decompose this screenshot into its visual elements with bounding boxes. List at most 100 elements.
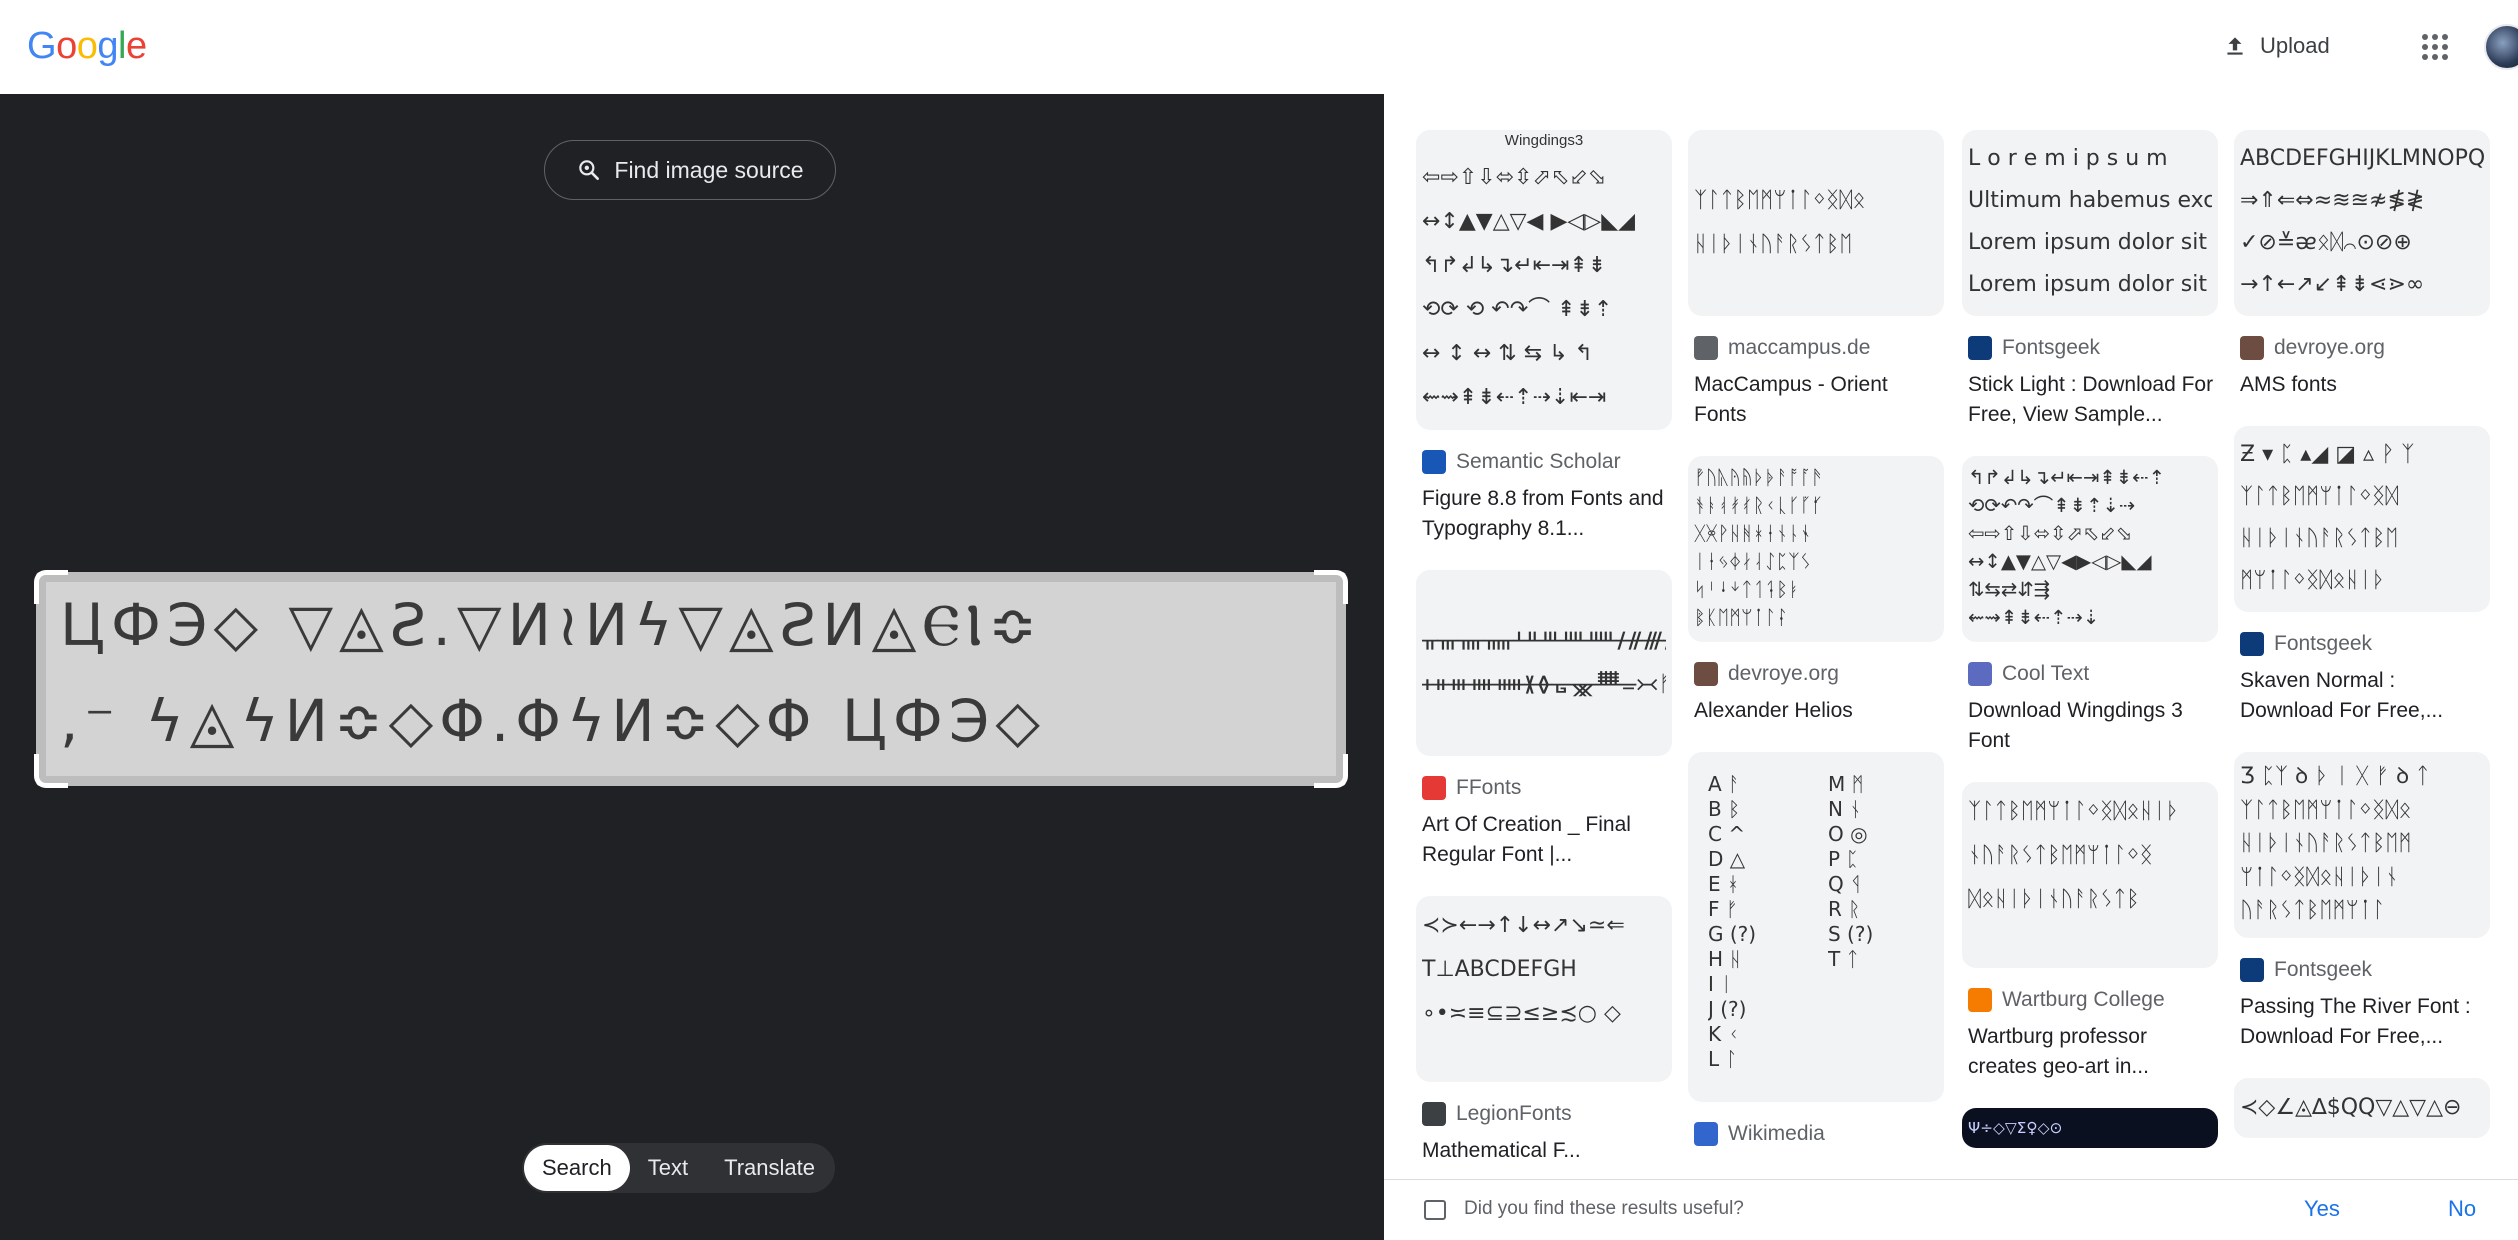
result-card[interactable]: ᛉᛚᛏᛒᛖᛗᛘᛙᛚᛜᛝᛞᛟᚺᛁᚦ ᚾᚢᚨᚱᛊᛏᛒᛖᛗᛘᛙᛚᛜᛝ ᛞᛟᚺᛁᚦᛁᚾᚢᚨᚱ…: [1962, 782, 2218, 1082]
result-card[interactable]: ≺≻←→↑↓↔↗↘≃⇐ T⊥ABCDEFGH ∘•≍≡⊆⊇≤≥≾○ ◇ LegionF…: [1416, 896, 1672, 1166]
result-source[interactable]: Fontsgeek: [2234, 632, 2490, 656]
result-source[interactable]: devroye.org: [1688, 662, 1944, 686]
result-title[interactable]: Figure 8.8 from Fonts and Typography 8.1…: [1416, 484, 1672, 544]
site-favicon-icon: [2240, 632, 2264, 656]
result-card[interactable]: Ψ÷◇▽Σ♀◇⊙: [1962, 1108, 2218, 1148]
result-source-name: Cool Text: [2002, 662, 2090, 685]
thumbnail-symbol-line: ↰↱↲↳↴↵⇤⇥⇞⇟: [1422, 253, 1607, 278]
result-thumbnail[interactable]: A ᚨB ᛒC ^ D △ E ᚼF ᚠG (?) H ᚺI ᛁJ (?) K ᚲL ᛚ…: [1688, 752, 1944, 1102]
thumbnail-symbol-line: ᚬᚭᚮᚯᚰᚱᚲᚳᚴᚵᚶ: [1694, 494, 1824, 517]
result-title[interactable]: Alexander Helios: [1688, 696, 1944, 726]
result-card[interactable]: ᚂᚃᚄᚅᚆᚇᚈᚉᚊᚋᚌᚍᚎᚏ ᚐᚑᚒᚓᚔᚕᚖᚗᚘᚙᚚ᚛᚜ᚠ FFonts Art Of…: [1416, 570, 1672, 870]
result-source[interactable]: Fontsgeek: [2234, 958, 2490, 982]
result-card[interactable]: ABCDEFGHIJKLMNOPQ ⇒⇑⇐⇔≈≋≊≉≸≹ ✓⊘≚ᴂᛟᛞ⌒⊙⊘⊕ →↑←…: [2234, 130, 2490, 400]
result-thumbnail[interactable]: Ʒ ᛈᛉ ꝺ ᚦ ᛁ ᚷ ᚠ ꝺ ᛏ ᛉᛚᛏᛒᛖᛗᛘᛙᛚᛜᛝᛞᛟ ᚺᛁᚦᛁᚾᚢᚨᚱᛊ…: [2234, 752, 2490, 938]
logo-letter: o: [56, 25, 77, 67]
result-source[interactable]: Cool Text: [1962, 662, 2218, 686]
thumbnail-symbol-line: P ᛈ: [1828, 847, 1859, 871]
thumbnail-symbol-line: ⟲⟳ ⟲ ↶↷⌒ ⇞⇟⇡: [1422, 297, 1613, 322]
result-source-name: Fontsgeek: [2274, 632, 2373, 655]
query-image: ЦФЭ◇ ▽◬Ƨ.▽И≀Иϟ▽◬ƧИ◬ⲈⲒ≎ ,⁻ ϟ◬ϟИ≎◇Φ.ΦϟИ≎◇Φ…: [46, 582, 1336, 776]
thumbnail-symbol-line: T ᛏ: [1828, 947, 1859, 971]
result-thumbnail[interactable]: Wingdings3 ⇦⇨⇧⇩⬄⇳⬀⬁⬃⬂ ↔↕▲▼△▽◀ ▶◁▷◣◢ ↰↱↲↳↴↵⇤…: [1416, 130, 1672, 430]
result-thumbnail[interactable]: ↰↱↲↳↴↵⇤⇥⇞⇟⇠⇡ ⟲⟳↶↷⌒⇞⇟⇡⇣⇢ ⇦⇨⇧⇩⬄⇳⬀⬁⬃⬂ ↔↕▲▼△▽◀▶…: [1962, 456, 2218, 642]
result-title[interactable]: Passing The River Font : Download For Fr…: [2234, 992, 2490, 1052]
mode-text-button[interactable]: Text: [630, 1145, 706, 1191]
result-title[interactable]: AMS fonts: [2234, 370, 2490, 400]
logo-letter: o: [76, 25, 98, 67]
upload-label: Upload: [2260, 33, 2330, 58]
result-card[interactable]: ↰↱↲↳↴↵⇤⇥⇞⇟⇠⇡ ⟲⟳↶↷⌒⇞⇟⇡⇣⇢ ⇦⇨⇧⇩⬄⇳⬀⬁⬃⬂ ↔↕▲▼△▽◀▶…: [1962, 456, 2218, 756]
result-title[interactable]: Download Wingdings 3 Font: [1962, 696, 2218, 756]
crop-handle-top-right[interactable]: [1314, 570, 1348, 604]
thumbnail-symbol-line: F ᚠ: [1708, 897, 1738, 921]
apps-grid-icon[interactable]: [2422, 34, 2448, 60]
result-card[interactable]: Ƶ ▾ ᛈ ▴◢ ◪ ▵ ᚹ ᛉ ᛉᛚᛏᛒᛖᛗᛘᛙᛚᛜᛝᛞ ᚺᛁᚦᛁᚾᚢᚨᚱᛊᛏᛒᛖ…: [2234, 426, 2490, 726]
result-source[interactable]: devroye.org: [2234, 336, 2490, 360]
result-card[interactable]: Wingdings3 ⇦⇨⇧⇩⬄⇳⬀⬁⬃⬂ ↔↕▲▼△▽◀ ▶◁▷◣◢ ↰↱↲↳↴↵⇤…: [1416, 130, 1672, 544]
result-title[interactable]: MacCampus - Orient Fonts: [1688, 370, 1944, 430]
thumbnail-symbol-line: ᛘᛙᛚᛜᛝᛞᛟᚺᛁᚦᛁᚾ: [2240, 864, 2399, 890]
thumbnail-symbol-line: ↔↕▲▼△▽◀▶◁▷◣◢: [1968, 550, 2152, 573]
thumbnail-symbol-line: ABCDEFGHIJKLMNOPQ: [2240, 146, 2484, 171]
crop-handle-bottom-right[interactable]: [1314, 754, 1348, 788]
result-thumbnail[interactable]: ᛉᛚᛏᛒᛖᛗᛘᛙᛚᛜᛝᛞᛟ ᚺᛁᚦᛁᚾᚢᚨᚱᛊᛏᛒᛖ: [1688, 130, 1944, 316]
result-card[interactable]: L o r e m i p s u m Ultimum habemus excep…: [1962, 130, 2218, 430]
result-thumbnail[interactable]: ≺≻←→↑↓↔↗↘≃⇐ T⊥ABCDEFGH ∘•≍≡⊆⊇≤≥≾○ ◇: [1416, 896, 1672, 1082]
result-card[interactable]: Ʒ ᛈᛉ ꝺ ᚦ ᛁ ᚷ ᚠ ꝺ ᛏ ᛉᛚᛏᛒᛖᛗᛘᛙᛚᛜᛝᛞᛟ ᚺᛁᚦᛁᚾᚢᚨᚱᛊ…: [2234, 752, 2490, 1052]
result-card[interactable]: A ᚨB ᛒC ^ D △ E ᚼF ᚠG (?) H ᚺI ᛁJ (?) K ᚲL ᛚ…: [1688, 752, 1944, 1146]
crop-handle-top-left[interactable]: [34, 570, 68, 604]
result-thumbnail[interactable]: ᚡᚢᚣᚤᚥᚦᚧᚨᚩᚪᚫ ᚬᚭᚮᚯᚰᚱᚲᚳᚴᚵᚶ ᚷᚸᚹᚺᚻᚼᚽᚾᚿᛀ ᛁᛂᛃᛄᛅᛆᛇᛈ…: [1688, 456, 1944, 642]
result-thumbnail[interactable]: Ψ÷◇▽Σ♀◇⊙: [1962, 1108, 2218, 1148]
result-card[interactable]: ᛉᛚᛏᛒᛖᛗᛘᛙᛚᛜᛝᛞᛟ ᚺᛁᚦᛁᚾᚢᚨᚱᛊᛏᛒᛖ maccampus.de Mac…: [1688, 130, 1944, 430]
result-source-name: devroye.org: [2274, 336, 2385, 359]
feedback-no-button[interactable]: No: [2448, 1196, 2476, 1222]
result-source[interactable]: FFonts: [1416, 776, 1672, 800]
site-favicon-icon: [1968, 988, 1992, 1012]
upload-button[interactable]: Upload: [2222, 26, 2330, 66]
thumbnail-symbol-line: Lorem ipsum dolor sit: [1968, 230, 2207, 255]
find-image-source-button[interactable]: Find image source: [544, 140, 836, 200]
mode-search-button[interactable]: Search: [524, 1145, 630, 1191]
result-thumbnail[interactable]: Ƶ ▾ ᛈ ▴◢ ◪ ▵ ᚹ ᛉ ᛉᛚᛏᛒᛖᛗᛘᛙᛚᛜᛝᛞ ᚺᛁᚦᛁᚾᚢᚨᚱᛊᛏᛒᛖ…: [2234, 426, 2490, 612]
result-source[interactable]: Fontsgeek: [1962, 336, 2218, 360]
result-thumbnail[interactable]: ABCDEFGHIJKLMNOPQ ⇒⇑⇐⇔≈≋≊≉≸≹ ✓⊘≚ᴂᛟᛞ⌒⊙⊘⊕ →↑←…: [2234, 130, 2490, 316]
google-logo[interactable]: Google: [27, 24, 147, 68]
site-favicon-icon: [1694, 1122, 1718, 1146]
crop-handle-bottom-left[interactable]: [34, 754, 68, 788]
crop-selection[interactable]: ЦФЭ◇ ▽◬Ƨ.▽И≀Иϟ▽◬ƧИ◬ⲈⲒ≎ ,⁻ ϟ◬ϟИ≎◇Φ.ΦϟИ≎◇Φ…: [34, 570, 1348, 788]
logo-letter: l: [117, 25, 126, 67]
results-column: ABCDEFGHIJKLMNOPQ ⇒⇑⇐⇔≈≋≊≉≸≹ ✓⊘≚ᴂᛟᛞ⌒⊙⊘⊕ →↑←…: [2234, 130, 2490, 1164]
thumbnail-symbol-line: ᛉᛚᛏᛒᛖᛗᛘᛙᛚᛜᛝᛞᛟᚺᛁᚦ: [1968, 799, 2180, 824]
result-title[interactable]: Skaven Normal : Download For Free,...: [2234, 666, 2490, 726]
result-title[interactable]: Stick Light : Download For Free, View Sa…: [1962, 370, 2218, 430]
thumbnail-symbol-line: ⇦⇨⇧⇩⬄⇳⬀⬁⬃⬂: [1968, 522, 2133, 545]
thumbnail-symbol-line: Ƶ ▾ ᛈ ▴◢ ◪ ▵ ᚹ ᛉ: [2240, 442, 2415, 467]
result-source[interactable]: LegionFonts: [1416, 1102, 1672, 1126]
thumbnail-symbol-line: S (?): [1828, 922, 1874, 946]
result-source[interactable]: Wikimedia: [1688, 1122, 1944, 1146]
result-card[interactable]: ≺◇∠◬∆$QQ▽△▽△⊖: [2234, 1078, 2490, 1138]
feedback-yes-button[interactable]: Yes: [2304, 1196, 2340, 1222]
result-card[interactable]: ᚡᚢᚣᚤᚥᚦᚧᚨᚩᚪᚫ ᚬᚭᚮᚯᚰᚱᚲᚳᚴᚵᚶ ᚷᚸᚹᚺᚻᚼᚽᚾᚿᛀ ᛁᛂᛃᛄᛅᛆᛇᛈ…: [1688, 456, 1944, 726]
thumbnail-symbol-line: O ◎: [1828, 822, 1868, 846]
result-source[interactable]: Wartburg College: [1962, 988, 2218, 1012]
result-source-name: Fontsgeek: [2002, 336, 2101, 359]
result-thumbnail[interactable]: ᚂᚃᚄᚅᚆᚇᚈᚉᚊᚋᚌᚍᚎᚏ ᚐᚑᚒᚓᚔᚕᚖᚗᚘᚙᚚ᚛᚜ᚠ: [1416, 570, 1672, 756]
result-title[interactable]: Art Of Creation _ Final Regular Font |..…: [1416, 810, 1672, 870]
result-thumbnail[interactable]: ≺◇∠◬∆$QQ▽△▽△⊖: [2234, 1078, 2490, 1138]
result-source[interactable]: maccampus.de: [1688, 336, 1944, 360]
result-source-name: FFonts: [1456, 776, 1522, 799]
thumbnail-symbol-line: Lorem ipsum dolor sit: [1968, 272, 2207, 297]
result-source[interactable]: Semantic Scholar: [1416, 450, 1672, 474]
avatar[interactable]: [2484, 24, 2518, 70]
thumbnail-symbol-line: ⇦⇨⇧⇩⬄⇳⬀⬁⬃⬂: [1422, 165, 1607, 190]
result-title[interactable]: Mathematical F...: [1416, 1136, 1672, 1166]
result-title[interactable]: Wartburg professor creates geo-art in...: [1962, 1022, 2218, 1082]
thumbnail-heading: Wingdings3: [1504, 132, 1584, 149]
thumbnail-symbol-line: ✓⊘≚ᴂᛟᛞ⌒⊙⊘⊕: [2240, 230, 2412, 255]
thumbnail-symbol-line: ⇜⇝⇞⇟⇠⇡⇢⇣⇤⇥: [1422, 385, 1607, 410]
result-thumbnail[interactable]: L o r e m i p s u m Ultimum habemus excep…: [1962, 130, 2218, 316]
result-thumbnail[interactable]: ᛉᛚᛏᛒᛖᛗᛘᛙᛚᛜᛝᛞᛟᚺᛁᚦ ᚾᚢᚨᚱᛊᛏᛒᛖᛗᛘᛙᛚᛜᛝ ᛞᛟᚺᛁᚦᛁᚾᚢᚨᚱ…: [1962, 782, 2218, 968]
mode-translate-button[interactable]: Translate: [706, 1145, 833, 1191]
